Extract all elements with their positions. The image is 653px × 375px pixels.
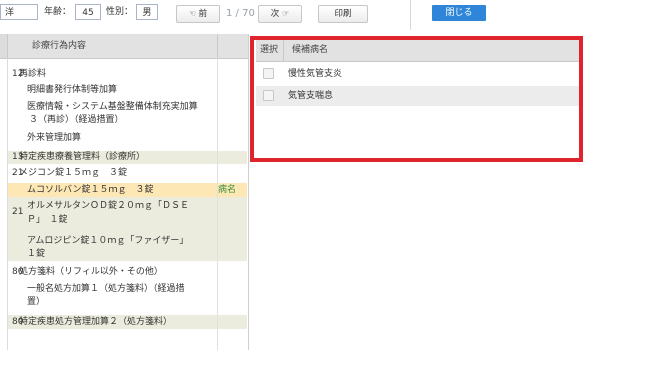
treatment-list-header: 診療行為内容 [0,34,248,59]
treatment-list-panel: 診療行為内容 12 再診料 明細書発行体制等加算 医療情報・システム基盤整備体制… [0,34,249,350]
top-toolbar: 洋 年齢： 45 性別： 男 ☜ 前 1 / 70 次 ☞ 印刷 閉じる [0,0,653,30]
treatment-header-label: 診療行為内容 [32,41,87,51]
item-text: オルメサルタンＯＤ錠２０ｍｇ「ＤＳＥ [27,201,190,211]
item-text: 医療情報・システム基盤整備体制充実加算 [27,102,198,112]
item-text: Ｐ」 １錠 [27,215,68,225]
next-button[interactable]: 次 ☞ [258,5,302,23]
item-text: 置） [27,297,46,307]
header-divider [217,34,218,58]
item-text: 処方箋料（リフィル以外・その他） [19,267,163,277]
item-text: 再診料 [19,69,47,79]
item-text: メジコン錠１５ｍｇ ３錠 [19,168,128,178]
page-indicator: 1 / 70 [226,8,255,19]
next-label: 次 [270,9,280,19]
prev-button[interactable]: ☜ 前 [176,5,220,23]
row-handle-column [0,34,8,58]
disease-flag-badge[interactable]: 病名 [218,184,236,196]
highlight-frame [250,36,583,162]
patient-name-field[interactable]: 洋 [0,4,38,20]
print-button[interactable]: 印刷 [318,5,368,23]
sex-label: 性別： [106,7,134,17]
item-text: ３（再診）（経過措置） [29,115,124,125]
item-text: 一般名処方加算１（処方箋料）（経過措 [27,284,185,294]
item-text: 明細書発行体制等加算 [27,85,118,95]
age-label: 年齢： [44,7,72,17]
prev-label: 前 [198,9,208,19]
item-text: １錠 [27,249,46,259]
hand-left-icon: ☜ [188,9,196,18]
item-text: ムコソルバン錠１５ｍｇ ３錠 [27,185,154,195]
item-text: 外来管理加算 [27,133,82,143]
item-text: アムロジピン錠１０ｍｇ「ファイザー」 [27,236,189,246]
hand-right-icon: ☞ [282,9,290,18]
item-text: 特定疾患処方管理加算２（処方箋料） [19,317,173,327]
close-button[interactable]: 閉じる [432,5,486,21]
toolbar-divider [410,0,411,30]
item-code: 21 [12,207,24,217]
item-text: 特定疾患療養管理料（診療所） [19,152,146,162]
sex-field[interactable]: 男 [136,4,158,20]
row-handle-strip [0,58,8,350]
age-field[interactable]: 45 [75,4,101,20]
flag-column-divider [217,58,218,350]
